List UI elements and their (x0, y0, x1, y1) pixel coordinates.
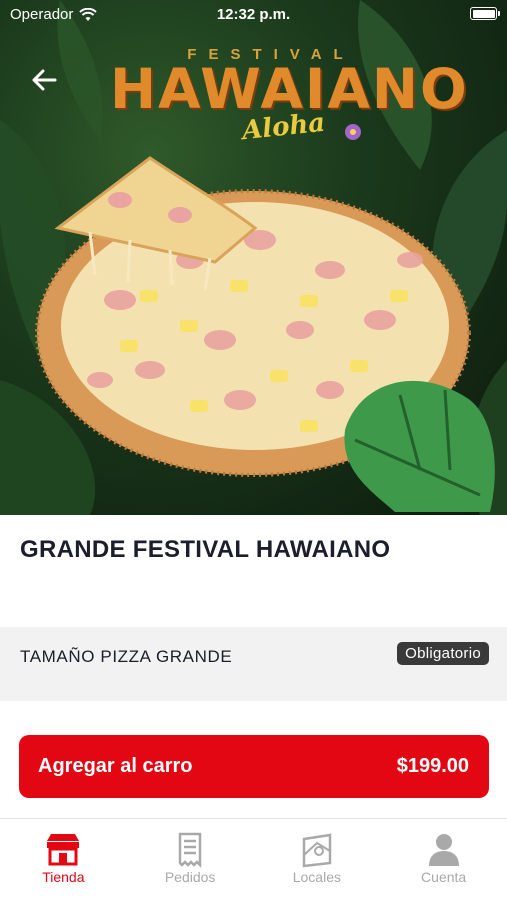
required-badge: Obligatorio (397, 642, 489, 665)
back-button[interactable] (24, 60, 64, 100)
map-icon (302, 833, 332, 868)
tab-label: Cuenta (421, 869, 467, 885)
tab-bar: Tienda Pedidos Locales Cuenta (0, 818, 507, 900)
tab-cuenta[interactable]: Cuenta (380, 819, 507, 900)
product-title: GRANDE FESTIVAL HAWAIANO (20, 536, 391, 563)
tab-label: Tienda (42, 869, 85, 885)
add-to-cart-button[interactable]: Agregar al carro $199.00 (19, 735, 489, 798)
add-to-cart-label: Agregar al carro (38, 755, 193, 777)
promo-logo: FESTIVAL HAWAIANO Aloha (110, 46, 469, 156)
status-bar: Operador 12:32 p.m. (0, 0, 507, 28)
arrow-left-icon (32, 69, 57, 91)
tab-tienda[interactable]: Tienda (0, 819, 127, 900)
option-group-header: TAMAÑO PIZZA GRANDE Obligatorio (0, 627, 507, 701)
tab-label: Pedidos (164, 869, 216, 885)
store-icon (47, 834, 80, 866)
promo-title-text: HAWAIANO (110, 57, 469, 121)
option-group-title: TAMAÑO PIZZA GRANDE (20, 647, 233, 666)
cart-price: $199.00 (396, 755, 469, 777)
clock: 12:32 p.m. (216, 6, 291, 23)
tab-pedidos[interactable]: Pedidos (127, 819, 254, 900)
hero-image: Operador 12:32 p.m. FESTIVAL HAWAIANO Al… (0, 0, 507, 515)
tab-locales[interactable]: Locales (254, 819, 381, 900)
tab-label: Locales (292, 869, 341, 885)
cta-container: Agregar al carro $199.00 (0, 712, 507, 818)
user-icon (428, 834, 459, 866)
battery-icon (470, 7, 500, 20)
receipt-icon (178, 832, 202, 869)
